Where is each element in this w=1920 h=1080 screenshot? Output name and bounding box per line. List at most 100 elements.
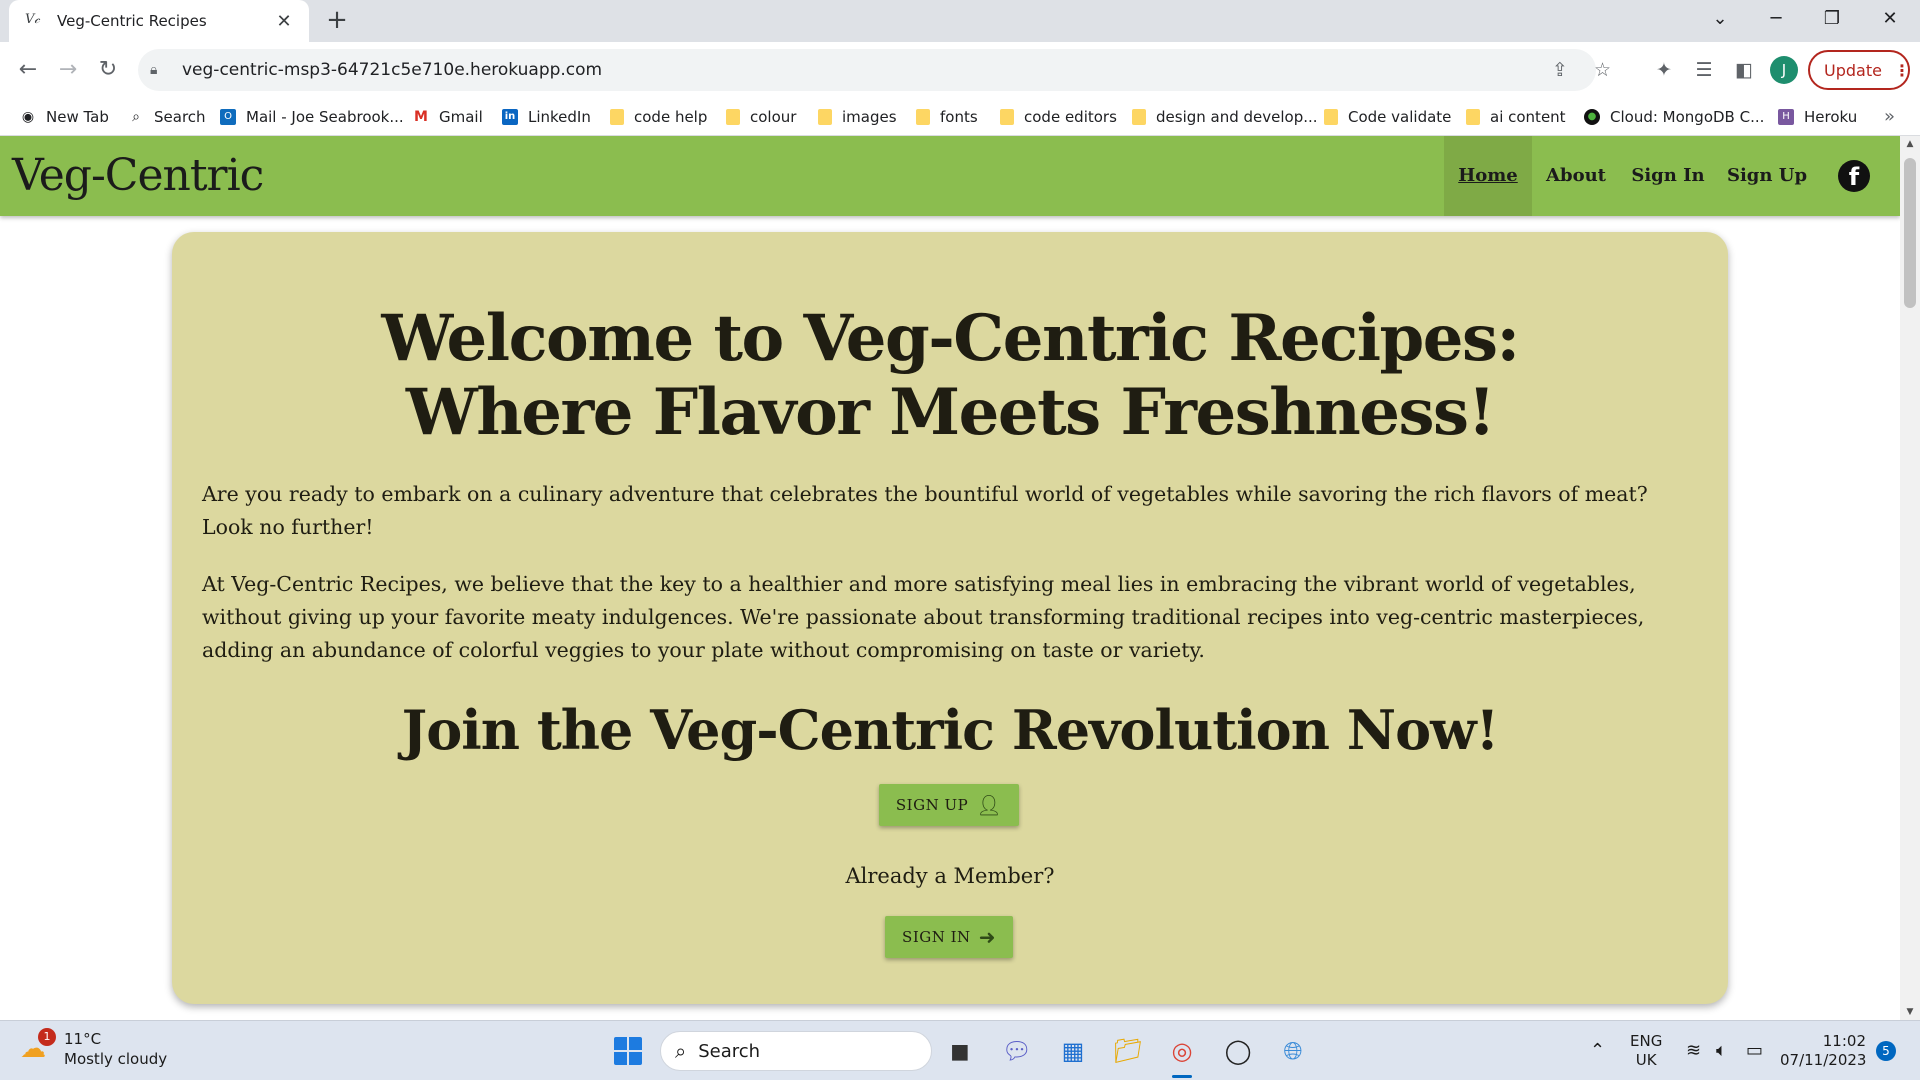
back-arrow-icon[interactable]: ← <box>12 54 44 86</box>
bookmark-folder-design[interactable]: design and develop... <box>1132 98 1318 136</box>
sign-in-button[interactable]: SIGN IN ➜ <box>885 916 1013 958</box>
volume-icon[interactable]: 🔈︎ <box>1716 1021 1727 1080</box>
arrow-right-icon: ➜ <box>978 925 996 949</box>
page-title: Welcome to Veg-Centric Recipes: Where Fl… <box>172 302 1728 450</box>
nav-home[interactable]: Home <box>1444 136 1532 216</box>
reading-list-icon[interactable]: ☰ <box>1688 54 1720 86</box>
folder-icon <box>916 109 930 125</box>
taskbar-search[interactable]: ⌕ Search <box>660 1031 932 1071</box>
bookmark-folder-images[interactable]: images <box>818 98 897 136</box>
site-logo[interactable]: Veg-Centric <box>12 150 264 201</box>
share-icon[interactable]: ⇪ <box>1552 49 1568 91</box>
site-favicon-icon: V𝒸 <box>25 12 40 27</box>
site-navbar: Veg-Centric Home About Sign In Sign Up f <box>0 136 1900 216</box>
title-line-2: Where Flavor Meets Freshness! <box>405 375 1496 450</box>
weather-desc: Mostly cloudy <box>64 1050 168 1068</box>
start-windows-icon[interactable] <box>610 1033 646 1069</box>
bookmark-folder-code-editors[interactable]: code editors <box>1000 98 1117 136</box>
bookmark-label: colour <box>750 108 797 126</box>
bookmark-mongodb[interactable]: ● Cloud: MongoDB C... <box>1584 98 1764 136</box>
bookmark-search[interactable]: ⌕ Search <box>128 98 205 136</box>
tab-search-chevron-down-icon[interactable]: ⌄ <box>1692 0 1748 38</box>
bookmark-label: LinkedIn <box>528 108 591 126</box>
bookmark-folder-fonts[interactable]: fonts <box>916 98 978 136</box>
globe-icon: ◉ <box>21 109 35 125</box>
update-button[interactable]: Update ⋮ <box>1808 50 1910 90</box>
weather-cloud-icon: ☁ 1 <box>20 1028 56 1066</box>
close-tab-icon[interactable]: ✕ <box>273 11 295 32</box>
join-heading: Join the Veg-Centric Revolution Now! <box>401 698 1500 762</box>
chevron-up-icon[interactable]: ⌃ <box>1590 1021 1605 1080</box>
weather-temp: 11°C <box>64 1030 102 1048</box>
nav-about[interactable]: About <box>1540 136 1612 216</box>
reload-icon[interactable]: ↻ <box>92 54 124 86</box>
nav-sign-in[interactable]: Sign In <box>1630 136 1706 216</box>
bookmark-label: New Tab <box>46 108 109 126</box>
sign-up-button[interactable]: SIGN UP 👤︎ <box>879 784 1019 826</box>
welcome-card: Welcome to Veg-Centric Recipes: Where Fl… <box>172 232 1728 1004</box>
heroku-icon: H <box>1778 109 1794 125</box>
bookmark-folder-code-help[interactable]: code help <box>610 98 707 136</box>
page-scrollbar[interactable]: ▲ ▼ <box>1900 136 1920 1020</box>
address-bar[interactable]: 🔒︎ veg-centric-msp3-64721c5e710e.herokua… <box>138 49 1611 91</box>
notification-badge[interactable]: 5 <box>1876 1041 1896 1061</box>
close-window-icon[interactable]: ✕ <box>1862 0 1918 38</box>
store-icon[interactable]: ▦ <box>1055 1033 1091 1069</box>
sign-in-label: SIGN IN <box>902 928 971 946</box>
bookmark-gmail[interactable]: M Gmail <box>413 98 483 136</box>
dell-icon[interactable]: ◯ <box>1220 1033 1256 1069</box>
clock-time: 11:02 <box>1822 1032 1866 1050</box>
globe-app-icon[interactable]: 🌐︎ <box>1275 1033 1311 1069</box>
scroll-down-icon[interactable]: ▼ <box>1900 1004 1920 1020</box>
active-app-indicator <box>1172 1075 1192 1078</box>
clock[interactable]: 11:02 07/11/2023 <box>1780 1032 1866 1070</box>
user-plus-icon: 👤︎ <box>976 793 1003 817</box>
bookmark-label: Mail - Joe Seabrook... <box>246 108 404 126</box>
new-tab-button[interactable]: + <box>322 6 352 36</box>
extensions-puzzle-icon[interactable]: ✦ <box>1648 54 1680 86</box>
chrome-icon[interactable]: ◎ <box>1164 1033 1200 1069</box>
file-explorer-icon[interactable]: 📁︎ <box>1110 1033 1146 1069</box>
task-view-icon[interactable]: ◼ <box>942 1033 978 1069</box>
side-panel-icon[interactable]: ◧ <box>1728 54 1760 86</box>
profile-avatar[interactable]: J <box>1770 56 1798 84</box>
bookmark-star-icon[interactable]: ☆ <box>1594 49 1611 91</box>
bookmarks-overflow-icon[interactable]: » <box>1884 98 1895 136</box>
tab-title: Veg-Centric Recipes <box>57 12 207 30</box>
minimize-icon[interactable]: ─ <box>1748 0 1804 38</box>
bookmark-new-tab[interactable]: ◉ New Tab <box>20 98 109 136</box>
nav-sign-up[interactable]: Sign Up <box>1724 136 1810 216</box>
tab-strip: V𝒸 Veg-Centric Recipes ✕ + ⌄ ─ ❐ ✕ <box>0 0 1920 42</box>
bookmark-heroku[interactable]: H Heroku <box>1778 98 1857 136</box>
bookmark-label: code editors <box>1024 108 1117 126</box>
bookmark-label: Heroku <box>1804 108 1858 126</box>
folder-icon <box>610 109 624 125</box>
about-paragraph: At Veg-Centric Recipes, we believe that … <box>202 572 1645 662</box>
bookmark-folder-code-validate[interactable]: Code validate <box>1324 98 1451 136</box>
url-text[interactable]: veg-centric-msp3-64721c5e710e.herokuapp.… <box>182 60 602 80</box>
language-indicator[interactable]: ENG UK <box>1630 1032 1662 1070</box>
restore-icon[interactable]: ❐ <box>1804 0 1860 38</box>
update-label: Update <box>1824 60 1882 80</box>
facebook-icon[interactable]: f <box>1838 160 1870 192</box>
bookmark-folder-colour[interactable]: colour <box>726 98 796 136</box>
lock-icon[interactable]: 🔒︎ <box>150 62 174 78</box>
lang-region: UK <box>1635 1051 1657 1069</box>
browser-tab-active[interactable]: V𝒸 Veg-Centric Recipes ✕ <box>9 0 309 42</box>
scrollbar-thumb[interactable] <box>1904 158 1916 308</box>
bookmark-linkedin[interactable]: in LinkedIn <box>502 98 591 136</box>
page-viewport: Veg-Centric Home About Sign In Sign Up f… <box>0 136 1920 1020</box>
outlook-icon: O <box>220 109 236 125</box>
teams-chat-icon[interactable]: 💬︎ <box>999 1033 1035 1069</box>
wifi-icon[interactable]: ≋ <box>1686 1021 1701 1080</box>
search-icon: ⌕ <box>132 109 140 125</box>
weather-widget[interactable]: ☁ 1 11°C Mostly cloudy <box>20 1028 168 1069</box>
forward-arrow-icon[interactable]: → <box>52 54 84 86</box>
weather-badge: 1 <box>38 1028 56 1046</box>
member-prompt: Already a Member? <box>845 864 1055 888</box>
bookmark-folder-ai-content[interactable]: ai content <box>1466 98 1566 136</box>
bookmark-label: images <box>842 108 897 126</box>
battery-icon[interactable]: ▭ <box>1746 1021 1763 1080</box>
bookmark-mail[interactable]: O Mail - Joe Seabrook... <box>220 98 404 136</box>
scroll-up-icon[interactable]: ▲ <box>1900 136 1920 152</box>
